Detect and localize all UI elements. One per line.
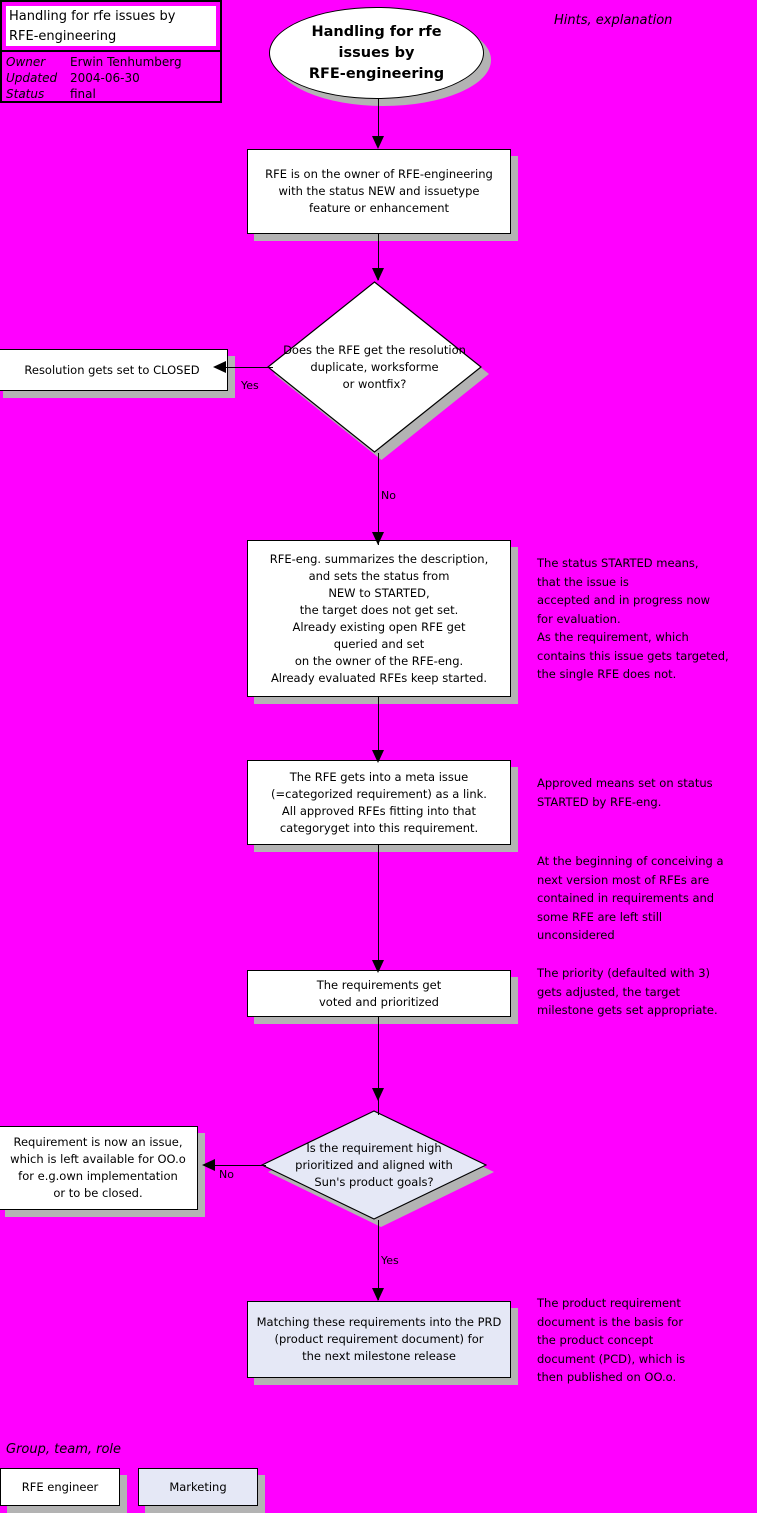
legend-header: Group, team, role	[6, 1442, 122, 1457]
step-summarize-box: RFE-eng. summarizes the description, and …	[247, 540, 511, 697]
step-closed-box: Resolution gets set to CLOSED	[0, 349, 228, 391]
step-rfe-owner-label: RFE is on the owner of RFE-engineering wi…	[265, 167, 493, 215]
connector-decision2-no	[213, 1165, 266, 1166]
header-row-status: Status final	[6, 86, 218, 102]
step-prd-box: Matching these requirements into the PRD…	[247, 1301, 511, 1378]
header-key-owner: Owner	[6, 55, 46, 69]
decision1-shape	[267, 281, 482, 453]
arrowhead-decision2-yes	[372, 1288, 384, 1301]
header-divider	[2, 50, 220, 52]
document-title: Handling for rfe issues by RFE-engineerin…	[6, 6, 216, 46]
header-value-owner: Erwin Tenhumberg	[70, 55, 182, 69]
header-row-owner: Owner Erwin Tenhumberg	[6, 54, 218, 70]
hint-started: The status STARTED means, that the issue …	[537, 556, 729, 681]
edge-label-no-resolution: No	[381, 489, 396, 502]
step-vote-box: The requirements get voted and prioritize…	[247, 970, 511, 1017]
step-meta-issue-label: The RFE gets into a meta issue (=categori…	[271, 769, 487, 835]
start-oval: Handling for rfe issues by RFE-engineering	[269, 7, 484, 99]
step-requirement-issue-box: Requirement is now an issue, which is lef…	[0, 1126, 198, 1210]
header-value-status: final	[70, 87, 96, 101]
hint-prd: The product requirement document is the b…	[537, 1296, 686, 1384]
legend-item-0-label: RFE engineer	[21, 1479, 99, 1494]
header-key-status: Status	[6, 87, 45, 101]
arrowhead-owner-to-decision1	[372, 268, 384, 281]
arrowhead-decision1-no	[372, 532, 384, 545]
hint-approved: Approved means set on status STARTED by R…	[537, 776, 713, 809]
decision-priority: Is the requirement high prioritized and a…	[261, 1110, 487, 1220]
decision-resolution: Does the RFE get the resolution duplicate…	[267, 281, 482, 453]
step-rfe-owner-box: RFE is on the owner of RFE-engineering wi…	[247, 149, 511, 234]
arrowhead-vote-to-decision2	[372, 1088, 384, 1101]
header-meta: Owner Erwin Tenhumberg Updated 2004-06-3…	[6, 54, 218, 102]
edge-label-yes-resolution: Yes	[241, 379, 259, 392]
step-summarize-label: RFE-eng. summarizes the description, and …	[269, 551, 489, 685]
step-requirement-issue-label: Requirement is now an issue, which is lef…	[10, 1135, 186, 1200]
flowchart-canvas: Handling for rfe issues by RFE-engineerin…	[0, 0, 757, 1513]
step-closed-label: Resolution gets set to CLOSED	[24, 362, 200, 377]
hint-conceiving: At the beginning of conceiving a next ver…	[537, 854, 724, 942]
arrowhead-summarize-to-meta	[372, 750, 384, 763]
step-prd-label: Matching these requirements into the PRD…	[256, 1315, 502, 1363]
arrowhead-decision1-yes	[213, 361, 226, 373]
step-meta-issue-box: The RFE gets into a meta issue (=categori…	[247, 760, 511, 845]
arrowhead-decision2-no	[202, 1159, 215, 1171]
legend-item-rfe-engineer: RFE engineer	[0, 1468, 120, 1506]
header-value-updated: 2004-06-30	[70, 71, 140, 85]
hints-column-header: Hints, explanation	[554, 13, 673, 28]
connector-decision1-yes	[221, 367, 273, 368]
step-vote-label: The requirements get voted and prioritize…	[316, 977, 442, 1009]
legend-item-1-label: Marketing	[169, 1479, 227, 1494]
decision2-shape	[261, 1110, 487, 1220]
header-row-updated: Updated 2004-06-30	[6, 70, 218, 86]
edge-label-yes-priority: Yes	[381, 1254, 399, 1267]
document-header: Handling for rfe issues by RFE-engineerin…	[0, 0, 222, 103]
header-key-updated: Updated	[6, 71, 58, 85]
arrowhead-meta-to-vote	[372, 960, 384, 973]
connector-meta-to-vote	[378, 845, 379, 971]
edge-label-no-priority: No	[219, 1168, 234, 1181]
legend-item-marketing: Marketing	[138, 1468, 258, 1506]
hint-priority: The priority (defaulted with 3) gets adju…	[537, 966, 718, 1017]
start-oval-label: Handling for rfe issues by RFE-engineering	[308, 23, 445, 82]
arrowhead-start-to-owner	[372, 136, 384, 149]
